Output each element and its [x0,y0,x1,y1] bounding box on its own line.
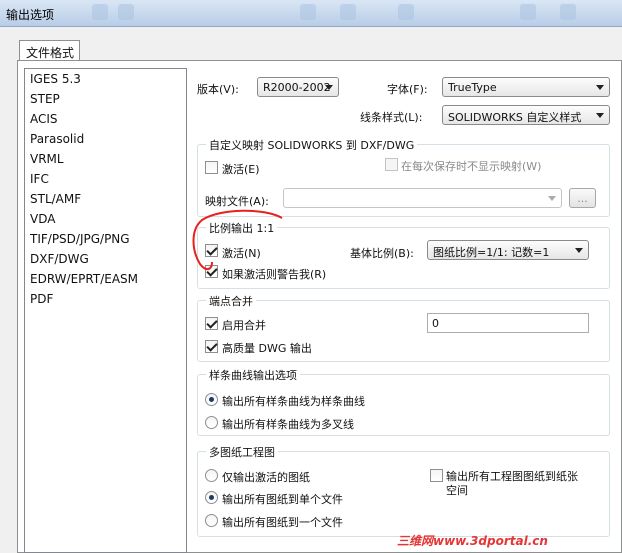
list-item[interactable]: VDA [30,212,55,226]
merge-group-title: 端点合并 [206,293,256,309]
base-scale-label: 基体比例(B): [350,247,414,260]
list-item[interactable]: TIF/PSD/JPG/PNG [30,232,130,246]
mapping-group-title: 自定义映射 SOLIDWORKS 到 DXF/DWG [206,137,418,153]
all-sheets-one-file-label: 输出所有图纸到一个文件 [222,516,343,529]
chevron-down-icon [596,113,604,118]
paper-space-label-2: 空间 [446,484,468,497]
hq-dwg-label: 高质量 DWG 输出 [222,342,312,355]
all-sheets-single-file-radio[interactable] [205,491,218,504]
version-select[interactable]: R2000-2002 [257,77,339,97]
list-item[interactable]: EDRW/EPRT/EASM [30,272,138,286]
spline-as-polyline-radio[interactable] [205,416,218,429]
spline-as-spline-radio[interactable] [205,393,218,406]
toolbar-icon [92,4,108,20]
title-bar: 输出选项 [0,0,622,27]
linestyle-label: 线条样式(L): [360,111,423,124]
list-item-selected[interactable]: DXF/DWG [30,252,89,266]
base-scale-select[interactable]: 图纸比例=1/1: 记数=1 [427,240,589,260]
mapping-activate-label: 激活(E) [222,163,260,176]
list-item[interactable]: IGES 5.3 [30,72,81,86]
spline-group-title: 样条曲线输出选项 [206,367,300,383]
version-label: 版本(V): [197,83,239,96]
map-file-select[interactable] [283,188,562,208]
list-item[interactable]: IFC [30,172,49,186]
scale-group-title: 比例输出 1:1 [206,220,278,236]
spline-as-spline-label: 输出所有样条曲线为样条曲线 [222,395,365,408]
browse-button[interactable]: ... [569,188,596,208]
toolbar-icon [340,4,356,20]
map-file-label: 映射文件(A): [205,195,269,208]
hq-dwg-checkbox[interactable] [205,340,218,353]
paper-space-checkbox[interactable] [430,469,443,482]
warn-label: 如果激活则警告我(R) [222,268,327,281]
list-item[interactable]: STL/AMF [30,192,81,206]
toolbar-icon [118,4,134,20]
list-item[interactable]: Parasolid [30,132,84,146]
base-scale-value: 图纸比例=1/1: 记数=1 [433,246,550,259]
no-show-mapping-label: 在每次保存时不显示映射(W) [401,160,542,173]
toolbar-icon [560,4,576,20]
warn-checkbox[interactable] [205,265,218,278]
linestyle-select[interactable]: SOLIDWORKS 自定义样式 [442,105,610,125]
all-sheets-single-file-label: 输出所有图纸到单个文件 [222,493,343,506]
watermark: 三维网www.3dportal.cn [397,534,548,548]
font-label: 字体(F): [387,83,428,96]
tab-file-format[interactable]: 文件格式 [19,40,80,61]
no-show-mapping-checkbox[interactable] [385,158,398,171]
window-title: 输出选项 [6,8,55,22]
list-item[interactable]: ACIS [30,112,58,126]
toolbar-icon [520,4,536,20]
chevron-down-icon [325,85,333,90]
toolbar-icon [300,4,316,20]
version-value: R2000-2002 [263,81,331,94]
font-select[interactable]: TrueType [442,77,610,97]
enable-merge-checkbox[interactable] [205,317,218,330]
list-item[interactable]: VRML [30,152,64,166]
font-value: TrueType [448,81,497,94]
list-item[interactable]: PDF [30,292,53,306]
merge-distance-input[interactable]: 0 [427,313,589,333]
format-list[interactable]: IGES 5.3 STEP ACIS Parasolid VRML IFC ST… [24,68,187,553]
chevron-down-icon [596,85,604,90]
toolbar-icon [398,4,414,20]
all-sheets-one-file-radio[interactable] [205,514,218,527]
spline-as-polyline-label: 输出所有样条曲线为多叉线 [222,418,354,431]
mapping-activate-checkbox[interactable] [205,161,218,174]
active-sheet-only-radio[interactable] [205,469,218,482]
multisheet-group-title: 多图纸工程图 [206,444,278,460]
linestyle-value: SOLIDWORKS 自定义样式 [448,111,582,124]
scale-activate-checkbox[interactable] [205,244,218,257]
active-sheet-only-label: 仅输出激活的图纸 [222,471,310,484]
list-item[interactable]: STEP [30,92,60,106]
chevron-down-icon [575,248,583,253]
chevron-down-icon [548,196,556,201]
enable-merge-label: 启用合并 [222,319,266,332]
scale-activate-label: 激活(N) [222,247,261,260]
